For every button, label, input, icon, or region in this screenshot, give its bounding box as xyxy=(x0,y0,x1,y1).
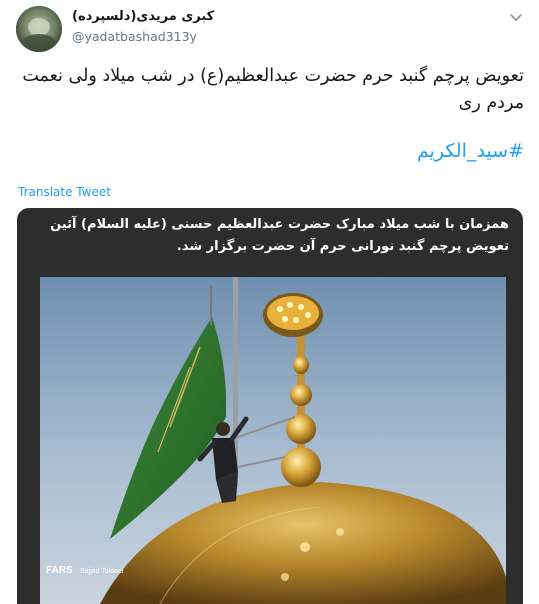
author-username[interactable]: @yadatbashad313y xyxy=(72,29,197,44)
author-avatar[interactable] xyxy=(16,6,62,52)
translate-tweet-link[interactable]: Translate Tweet xyxy=(18,185,111,199)
watermark-photographer: Sajjad Tolouei xyxy=(80,568,124,575)
tweet-media[interactable]: همزمان با شب میلاد مبارک حضرت عبدالعظیم … xyxy=(17,208,523,604)
tweet-header: کبری مریدی(دلسپرده) @yadatbashad313y xyxy=(0,0,539,56)
avatar-image xyxy=(16,6,62,52)
hashtag-link[interactable]: #سید_الکریم xyxy=(18,140,524,162)
author-display-name[interactable]: کبری مریدی(دلسپرده) xyxy=(72,9,214,24)
tweet-text: تعویض پرچم گنبد حرم حضرت عبدالعظیم(ع) در… xyxy=(22,66,524,113)
media-caption: همزمان با شب میلاد مبارک حضرت عبدالعظیم … xyxy=(50,217,509,254)
chevron-down-icon[interactable] xyxy=(508,10,524,24)
shrine-dome-photo: FARS Sajjad Tolouei xyxy=(40,277,506,604)
watermark-agency: FARS xyxy=(46,565,73,576)
